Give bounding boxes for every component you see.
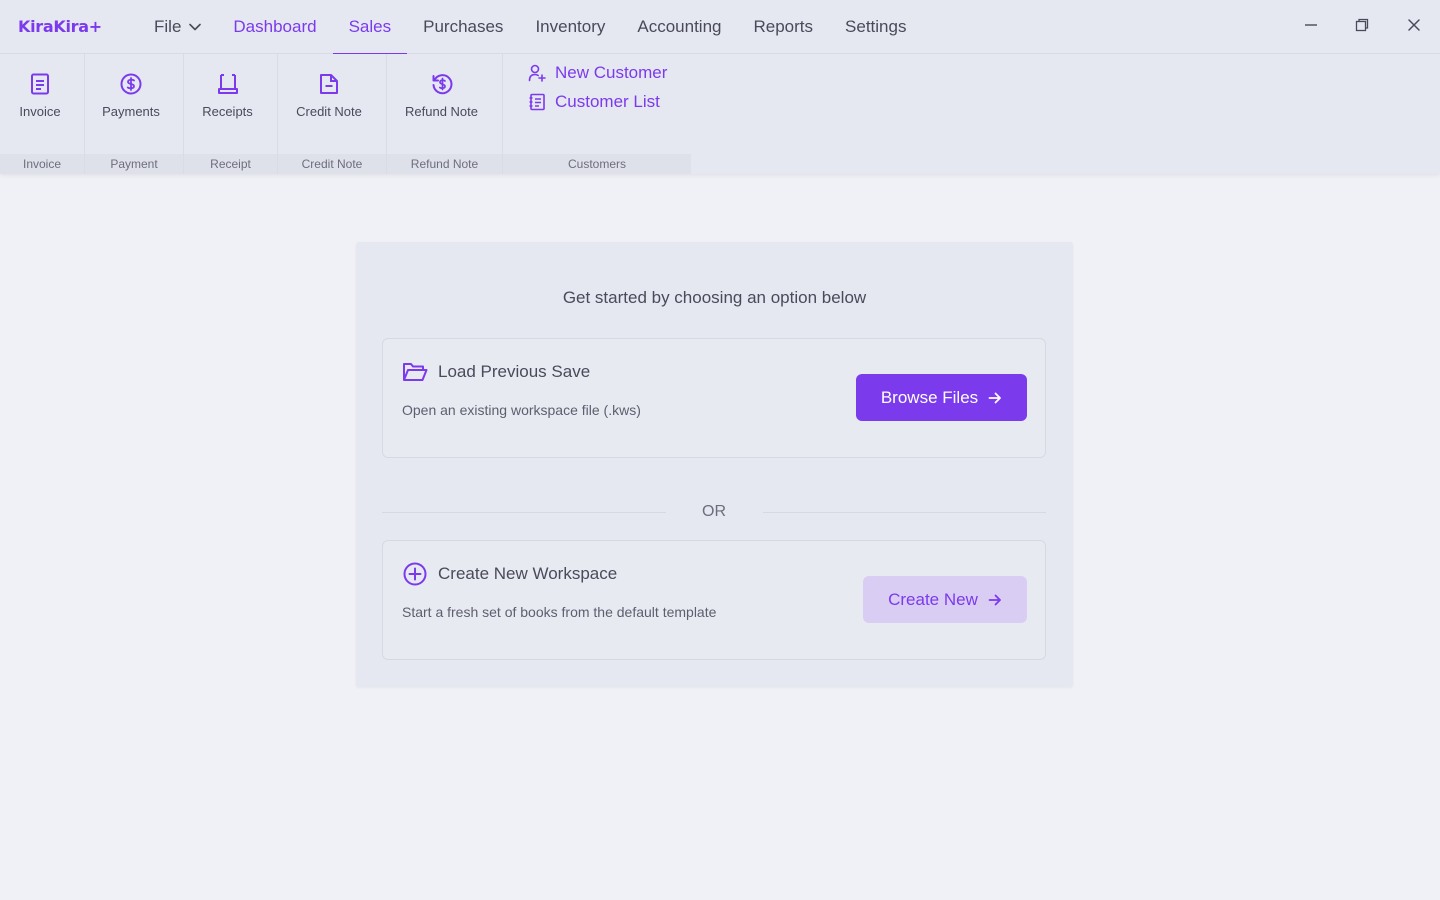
user-plus-icon [528, 64, 546, 82]
dollar-circle-icon [119, 72, 143, 96]
plus-circle-icon [402, 561, 428, 587]
arrow-right-icon [988, 391, 1002, 405]
ribbon-group-receipt: Receipts Receipt [184, 54, 278, 174]
ribbon-group-label: Credit Note [278, 154, 386, 174]
invoice-button-label: Invoice [19, 104, 61, 119]
menu-settings[interactable]: Settings [829, 0, 922, 54]
main-menu: File Dashboard Sales Purchases Inventory… [138, 0, 922, 55]
ribbon-group-label: Refund Note [387, 154, 502, 174]
receipts-button-label: Receipts [202, 104, 253, 119]
browse-files-label: Browse Files [880, 387, 979, 407]
minimize-button[interactable] [1298, 14, 1324, 40]
close-icon [1407, 18, 1421, 37]
new-customer-label: New Customer [555, 63, 668, 82]
ribbon-group-credit-note: Credit Note Credit Note [278, 54, 387, 174]
credit-note-button-label: Credit Note [296, 104, 362, 119]
app-logo: KiraKira+ [18, 17, 102, 36]
ribbon-group-label: Payment [85, 154, 183, 174]
menu-purchases[interactable]: Purchases [407, 0, 519, 54]
chevron-down-icon [189, 23, 202, 31]
menu-file[interactable]: File [138, 0, 217, 54]
new-customer-link[interactable]: New Customer [528, 63, 667, 83]
address-book-icon [528, 93, 546, 111]
get-started-heading: Get started by choosing an option below [562, 288, 867, 307]
sales-ribbon: Invoice Invoice Payments Payment Receipt… [0, 54, 1440, 174]
or-divider: OR [382, 502, 1046, 522]
menu-accounting[interactable]: Accounting [621, 0, 737, 54]
refund-note-button-label: Refund Note [405, 104, 478, 119]
create-new-button[interactable]: Create New [863, 576, 1027, 623]
menu-reports[interactable]: Reports [738, 0, 830, 54]
customer-list-label: Customer List [555, 92, 660, 111]
restore-button[interactable] [1349, 14, 1375, 40]
browse-files-button[interactable]: Browse Files [856, 374, 1027, 421]
customer-list-link[interactable]: Customer List [528, 92, 660, 112]
menu-sales[interactable]: Sales [332, 0, 408, 55]
invoice-button[interactable]: Invoice [0, 72, 80, 119]
title-bar: KiraKira+ File Dashboard Sales Purchases… [0, 0, 1440, 55]
close-button[interactable] [1401, 14, 1427, 40]
load-save-title: Load Previous Save [438, 362, 591, 381]
receipt-icon [216, 72, 240, 96]
ribbon-group-refund-note: Refund Note Refund Note [387, 54, 503, 174]
arrow-right-icon [988, 593, 1002, 607]
minimize-icon [1304, 18, 1318, 37]
folder-open-icon [402, 359, 428, 385]
ribbon-group-label: Customers [503, 154, 691, 174]
credit-note-button[interactable]: Credit Note [278, 72, 380, 119]
ribbon-group-payment: Payments Payment [85, 54, 184, 174]
menu-inventory[interactable]: Inventory [519, 0, 621, 54]
load-save-option: Load Previous Save Open an existing work… [382, 338, 1046, 458]
or-label: OR [702, 503, 726, 520]
document-icon [28, 72, 52, 96]
load-save-description: Open an existing workspace file (.kws) [402, 402, 641, 418]
menu-file-label: File [154, 17, 182, 36]
payments-button-label: Payments [102, 104, 160, 119]
payments-button[interactable]: Payments [85, 72, 177, 119]
menu-dashboard[interactable]: Dashboard [217, 0, 332, 54]
create-workspace-option: Create New Workspace Start a fresh set o… [382, 540, 1046, 660]
create-new-label: Create New [888, 589, 978, 609]
restore-icon [1355, 18, 1369, 37]
ribbon-group-label: Receipt [184, 154, 277, 174]
receipts-button[interactable]: Receipts [184, 72, 271, 119]
create-workspace-title: Create New Workspace [438, 564, 618, 583]
ribbon-group-invoice: Invoice Invoice [0, 54, 85, 174]
refund-note-button[interactable]: Refund Note [387, 72, 496, 119]
document-minus-icon [317, 72, 341, 96]
get-started-card: Get started by choosing an option below … [356, 242, 1073, 687]
ribbon-group-label: Invoice [0, 154, 84, 174]
refund-icon [430, 72, 454, 96]
create-workspace-description: Start a fresh set of books from the defa… [402, 604, 717, 620]
